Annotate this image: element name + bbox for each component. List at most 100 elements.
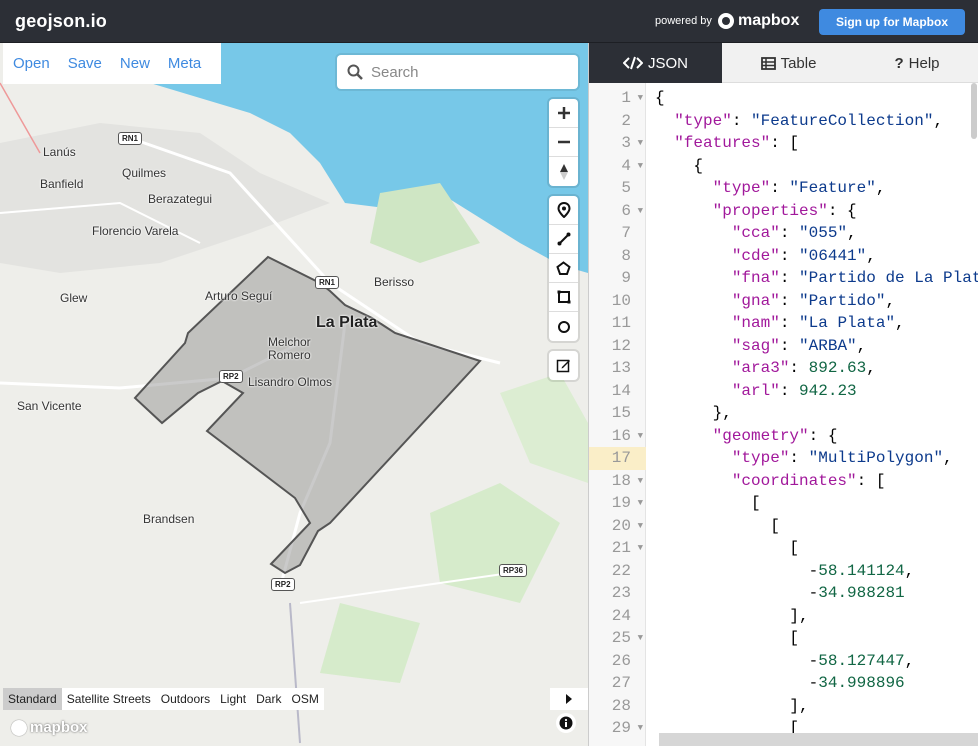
style-standard[interactable]: Standard: [3, 688, 62, 710]
attribution-button[interactable]: [556, 713, 576, 733]
map-canvas[interactable]: [0, 43, 588, 746]
json-editor[interactable]: 1 ▼ 2 3 ▼ 4 ▼ 5 6 ▼ 7 8 9 10 11 12 13 14 15 16 ▼ 17 18 ▼ 19 ▼ 20 ▼ 2…: [589, 83, 978, 746]
mapbox-wordmark[interactable]: mapbox: [11, 719, 88, 736]
fold-toggle-icon[interactable]: ▼: [638, 492, 643, 515]
rectangle-icon: [557, 290, 570, 304]
code-line[interactable]: -58.127447,: [655, 650, 915, 673]
fold-toggle-icon[interactable]: ▼: [638, 717, 643, 740]
code-line[interactable]: ],: [655, 695, 808, 718]
style-outdoors[interactable]: Outdoors: [156, 688, 215, 710]
draw-line-button[interactable]: [549, 225, 578, 254]
code-line[interactable]: "ara3": 892.63,: [655, 357, 876, 380]
fold-toggle-icon[interactable]: ▼: [638, 155, 643, 178]
code-line[interactable]: "sag": "ARBA",: [655, 335, 866, 358]
line-number: 11: [611, 314, 631, 332]
place-label-brandsen: Brandsen: [143, 512, 195, 526]
menu-meta[interactable]: Meta: [168, 55, 201, 72]
code-line[interactable]: "type": "FeatureCollection",: [655, 110, 943, 133]
line-number: 9: [621, 269, 631, 287]
code-line[interactable]: -58.141124,: [655, 560, 915, 583]
code-line[interactable]: "geometry": {: [655, 425, 838, 448]
search-box: [337, 55, 578, 89]
tab-help-label: Help: [908, 54, 940, 72]
line-number: 26: [611, 651, 631, 670]
fold-toggle-icon[interactable]: ▼: [638, 627, 643, 650]
draw-rectangle-button[interactable]: [549, 283, 578, 312]
tab-help[interactable]: ? Help: [855, 43, 978, 83]
mapbox-icon: [718, 13, 734, 29]
edit-button[interactable]: [549, 351, 578, 380]
menu-new[interactable]: New: [120, 55, 150, 72]
style-dark[interactable]: Dark: [251, 688, 286, 710]
tab-table-label: Table: [780, 54, 817, 72]
line-number: 5: [621, 179, 631, 197]
code-line[interactable]: "type": "Feature",: [655, 177, 886, 200]
app-brand[interactable]: geojson.io: [15, 11, 107, 32]
code-line[interactable]: {: [655, 87, 665, 110]
style-light[interactable]: Light: [215, 688, 251, 710]
marker-icon: [556, 202, 571, 218]
road-shield-rp36: RP36: [499, 564, 528, 577]
zoom-in-button[interactable]: [549, 99, 578, 128]
park-area: [430, 483, 560, 603]
line-number: 15: [611, 404, 631, 422]
table-icon: [760, 56, 776, 70]
zoom-out-button[interactable]: [549, 128, 578, 157]
collapse-panel-button[interactable]: [550, 688, 588, 710]
code-line[interactable]: [: [655, 537, 799, 560]
reset-bearing-button[interactable]: [549, 157, 578, 186]
tab-table[interactable]: Table: [722, 43, 855, 83]
place-label-melchor: Melchor: [268, 335, 311, 349]
line-number: 16 ▼: [589, 425, 646, 448]
map-view[interactable]: Lanús Quilmes Banfield Berazategui Flore…: [0, 43, 588, 746]
place-label-florencio-varela: Florencio Varela: [92, 224, 179, 238]
fold-toggle-icon[interactable]: ▼: [638, 132, 643, 155]
line-number: 4 ▼: [589, 155, 646, 178]
edit-icon: [556, 359, 570, 373]
code-line[interactable]: "properties": {: [655, 200, 857, 223]
code-line[interactable]: "cde": "06441",: [655, 245, 876, 268]
code-line[interactable]: [: [655, 627, 799, 650]
fold-toggle-icon[interactable]: ▼: [638, 200, 643, 223]
minus-icon: [557, 140, 570, 144]
place-label-glew: Glew: [60, 291, 88, 305]
code-line[interactable]: "fna": "Partido de La Plata",: [655, 267, 978, 290]
code-line[interactable]: "arl": 942.23: [655, 380, 857, 403]
draw-polygon-button[interactable]: [549, 254, 578, 283]
code-line[interactable]: "gna": "Partido",: [655, 290, 895, 313]
code-line[interactable]: "cca": "055",: [655, 222, 857, 245]
signup-button[interactable]: Sign up for Mapbox: [819, 9, 965, 35]
road-shield-rn1: RN1: [118, 132, 143, 145]
menu-save[interactable]: Save: [68, 55, 102, 72]
arrow-right-icon: [566, 694, 572, 704]
code-line[interactable]: -34.988281: [655, 582, 905, 605]
code-line[interactable]: [: [655, 492, 761, 515]
fold-toggle-icon[interactable]: ▼: [638, 515, 643, 538]
mapbox-logo[interactable]: mapbox: [718, 12, 799, 30]
horizontal-scrollbar[interactable]: [659, 733, 978, 746]
fold-toggle-icon[interactable]: ▼: [638, 425, 643, 448]
tab-json[interactable]: JSON: [589, 43, 722, 83]
fold-toggle-icon[interactable]: ▼: [638, 470, 643, 493]
menu-open[interactable]: Open: [13, 55, 50, 72]
style-satellite-streets[interactable]: Satellite Streets: [62, 688, 156, 710]
code-line[interactable]: [: [655, 515, 780, 538]
polygon-icon: [556, 260, 571, 275]
line-number-gutter: 1 ▼ 2 3 ▼ 4 ▼ 5 6 ▼ 7 8 9 10 11 12 13 14 15 16 ▼ 17 18 ▼ 19 ▼ 20 ▼ 2…: [589, 83, 646, 746]
code-line[interactable]: {: [655, 155, 703, 178]
code-line[interactable]: "features": [: [655, 132, 799, 155]
draw-point-button[interactable]: [549, 196, 578, 225]
line-number: 22: [611, 561, 631, 580]
fold-toggle-icon[interactable]: ▼: [638, 537, 643, 560]
code-line[interactable]: "type": "MultiPolygon",: [655, 447, 953, 470]
code-line[interactable]: -34.998896: [655, 672, 905, 695]
code-line[interactable]: ],: [655, 605, 808, 628]
code-line[interactable]: },: [655, 402, 732, 425]
fold-toggle-icon[interactable]: ▼: [638, 87, 643, 110]
style-osm[interactable]: OSM: [286, 688, 323, 710]
draw-circle-button[interactable]: [549, 312, 578, 341]
code-line[interactable]: "coordinates": [: [655, 470, 886, 493]
code-line[interactable]: "nam": "La Plata",: [655, 312, 905, 335]
search-input[interactable]: [371, 62, 571, 82]
vertical-scrollbar[interactable]: [971, 83, 977, 139]
